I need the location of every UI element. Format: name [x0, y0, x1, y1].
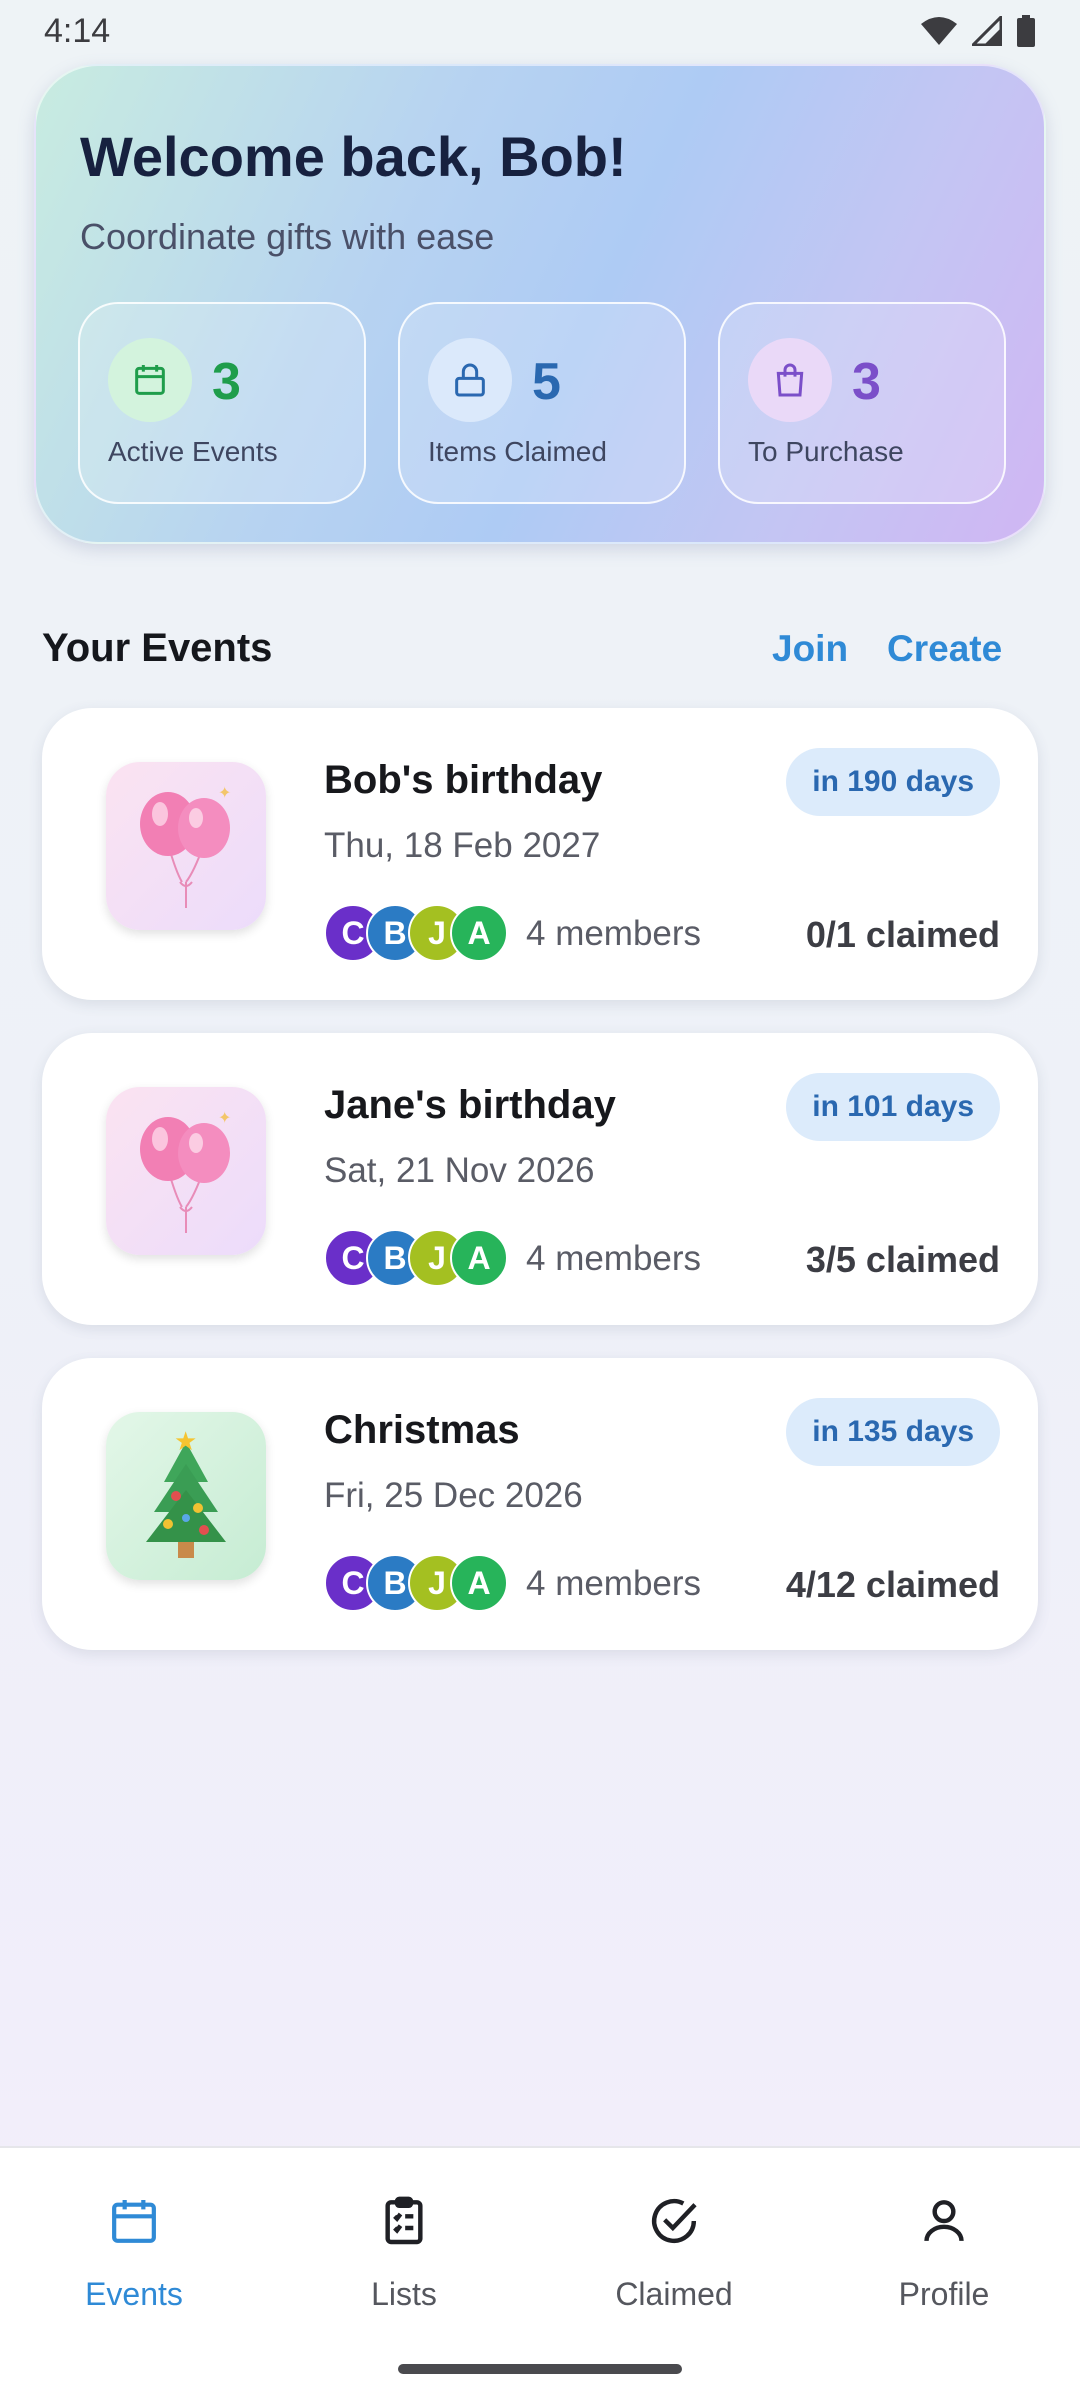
countdown-badge: in 135 days [786, 1398, 1000, 1466]
svg-text:✦: ✦ [218, 1110, 231, 1127]
member-avatars: C B J A [324, 1554, 514, 1612]
event-title: Christmas [324, 1408, 520, 1452]
countdown-badge: in 190 days [786, 748, 1000, 816]
balloons-icon: ✦ [106, 762, 266, 930]
stat-value: 3 [212, 353, 241, 411]
nav-label: Claimed [615, 2276, 733, 2312]
member-count: 4 members [526, 1239, 702, 1278]
battery-icon [1017, 15, 1035, 47]
event-title: Jane's birthday [324, 1083, 616, 1127]
lock-icon [428, 338, 512, 422]
bottom-navigation: Events Lists Claimed Profile [0, 2146, 1080, 2400]
nav-lists[interactable]: Lists [304, 2188, 504, 2318]
member-count: 4 members [526, 914, 702, 953]
nav-profile[interactable]: Profile [844, 2188, 1044, 2318]
event-title: Bob's birthday [324, 758, 603, 802]
balloons-icon: ✦ [106, 1087, 266, 1255]
check-circle-icon [646, 2188, 702, 2254]
status-time: 4:14 [44, 11, 111, 50]
nav-label: Lists [371, 2276, 437, 2312]
stat-value: 3 [852, 353, 881, 411]
home-indicator[interactable] [398, 2364, 682, 2374]
status-icons [920, 15, 1036, 47]
stat-label: Items Claimed [428, 436, 607, 467]
create-button[interactable]: Create [887, 628, 1002, 670]
countdown-badge: in 101 days [786, 1073, 1000, 1141]
calendar-icon [106, 2188, 162, 2254]
member-avatars: C B J A [324, 904, 514, 962]
welcome-title: Welcome back, Bob! [80, 125, 627, 188]
member-avatars: C B J A [324, 1229, 514, 1287]
stat-value: 5 [532, 353, 561, 411]
stat-label: Active Events [108, 436, 278, 467]
calendar-icon [108, 338, 192, 422]
member-count: 4 members [526, 1564, 702, 1603]
stat-label: To Purchase [748, 436, 904, 467]
avatar: A [450, 904, 508, 962]
nav-label: Events [85, 2276, 183, 2312]
person-icon [916, 2188, 972, 2254]
christmas-tree-icon: ★ [106, 1412, 266, 1580]
avatar: A [450, 1229, 508, 1287]
svg-text:✦: ✦ [218, 785, 231, 802]
stat-active-events[interactable]: 3 Active Events [78, 302, 366, 504]
event-date: Fri, 25 Dec 2026 [324, 1476, 583, 1515]
signal-icon [972, 16, 1002, 46]
welcome-card: Welcome back, Bob! Coordinate gifts with… [34, 64, 1046, 544]
event-card[interactable]: ★ Christmas Fri, 25 Dec 2026 in 135 days… [42, 1358, 1038, 1650]
stat-to-purchase[interactable]: 3 To Purchase [718, 302, 1006, 504]
avatar: A [450, 1554, 508, 1612]
stat-items-claimed[interactable]: 5 Items Claimed [398, 302, 686, 504]
checklist-icon [376, 2188, 432, 2254]
nav-claimed[interactable]: Claimed [574, 2188, 774, 2318]
welcome-subtitle: Coordinate gifts with ease [80, 216, 495, 257]
event-card[interactable]: ✦ Bob's birthday Thu, 18 Feb 2027 in 190… [42, 708, 1038, 1000]
status-bar: 4:14 [0, 0, 1080, 62]
nav-label: Profile [898, 2276, 990, 2312]
claimed-count: 3/5 claimed [805, 1239, 1000, 1280]
wifi-icon [921, 17, 957, 45]
shopping-bag-icon [748, 338, 832, 422]
claimed-count: 4/12 claimed [785, 1564, 1000, 1605]
section-title: Your Events [42, 626, 273, 670]
event-date: Sat, 21 Nov 2026 [324, 1151, 595, 1190]
nav-events[interactable]: Events [34, 2188, 234, 2318]
claimed-count: 0/1 claimed [805, 914, 1000, 955]
event-date: Thu, 18 Feb 2027 [324, 826, 601, 865]
svg-text:★: ★ [174, 1426, 197, 1456]
event-card[interactable]: ✦ Jane's birthday Sat, 21 Nov 2026 in 10… [42, 1033, 1038, 1325]
join-button[interactable]: Join [772, 628, 848, 670]
